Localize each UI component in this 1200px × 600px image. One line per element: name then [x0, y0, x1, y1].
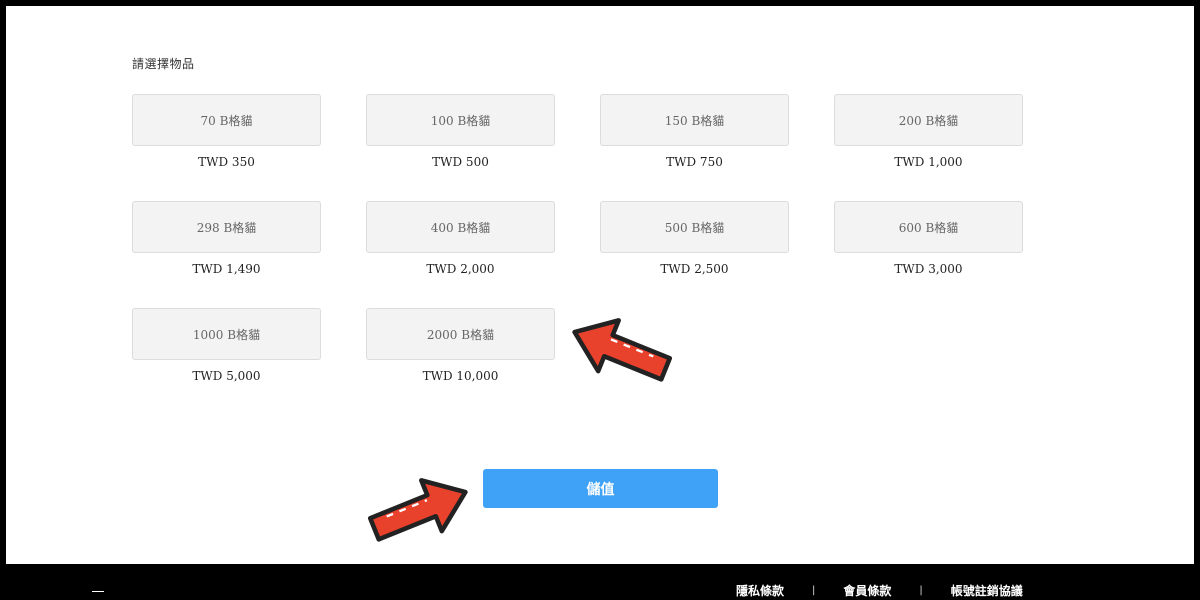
item-option[interactable]: 298 B格貓 TWD 1,490: [132, 201, 321, 276]
item-price: TWD 5,000: [192, 369, 261, 383]
item-option[interactable]: 1000 B格貓 TWD 5,000: [132, 308, 321, 383]
item-option[interactable]: 150 B格貓 TWD 750: [600, 94, 789, 169]
item-option[interactable]: 600 B格貓 TWD 3,000: [834, 201, 1023, 276]
footer-links: 隱私條款 | 會員條款 | 帳號註銷協議: [736, 582, 1023, 599]
item-card[interactable]: 70 B格貓: [132, 94, 321, 146]
item-option[interactable]: 100 B格貓 TWD 500: [366, 94, 555, 169]
footer-dash: [92, 591, 104, 592]
item-card[interactable]: 500 B格貓: [600, 201, 789, 253]
item-option[interactable]: 2000 B格貓 TWD 10,000: [366, 308, 555, 383]
item-card[interactable]: 100 B格貓: [366, 94, 555, 146]
item-card[interactable]: 298 B格貓: [132, 201, 321, 253]
item-card[interactable]: 400 B格貓: [366, 201, 555, 253]
submit-button[interactable]: 儲值: [483, 469, 718, 508]
item-option[interactable]: 70 B格貓 TWD 350: [132, 94, 321, 169]
footer-separator: |: [812, 585, 816, 596]
item-price: TWD 2,500: [660, 262, 729, 276]
footer-link-privacy[interactable]: 隱私條款: [736, 582, 784, 599]
section-title: 請選擇物品: [132, 57, 195, 71]
content-panel: 請選擇物品 70 B格貓 TWD 350 100 B格貓 TWD 500 150…: [6, 6, 1194, 564]
item-price: TWD 500: [432, 155, 489, 169]
footer-separator: |: [919, 585, 923, 596]
item-price: TWD 750: [666, 155, 723, 169]
item-price: TWD 1,490: [192, 262, 261, 276]
item-price: TWD 1,000: [894, 155, 963, 169]
item-card[interactable]: 1000 B格貓: [132, 308, 321, 360]
item-option[interactable]: 200 B格貓 TWD 1,000: [834, 94, 1023, 169]
item-price: TWD 10,000: [422, 369, 499, 383]
item-option[interactable]: 500 B格貓 TWD 2,500: [600, 201, 789, 276]
footer-link-member-terms[interactable]: 會員條款: [843, 582, 891, 599]
item-card[interactable]: 600 B格貓: [834, 201, 1023, 253]
item-card[interactable]: 150 B格貓: [600, 94, 789, 146]
footer-link-account-deletion[interactable]: 帳號註銷協議: [951, 582, 1023, 599]
item-price: TWD 350: [198, 155, 255, 169]
arrow-right-icon: [367, 478, 468, 542]
item-price: TWD 2,000: [426, 262, 495, 276]
item-card[interactable]: 2000 B格貓: [366, 308, 555, 360]
item-option[interactable]: 400 B格貓 TWD 2,000: [366, 201, 555, 276]
arrow-left-icon: [572, 318, 673, 382]
item-card[interactable]: 200 B格貓: [834, 94, 1023, 146]
item-price: TWD 3,000: [894, 262, 963, 276]
